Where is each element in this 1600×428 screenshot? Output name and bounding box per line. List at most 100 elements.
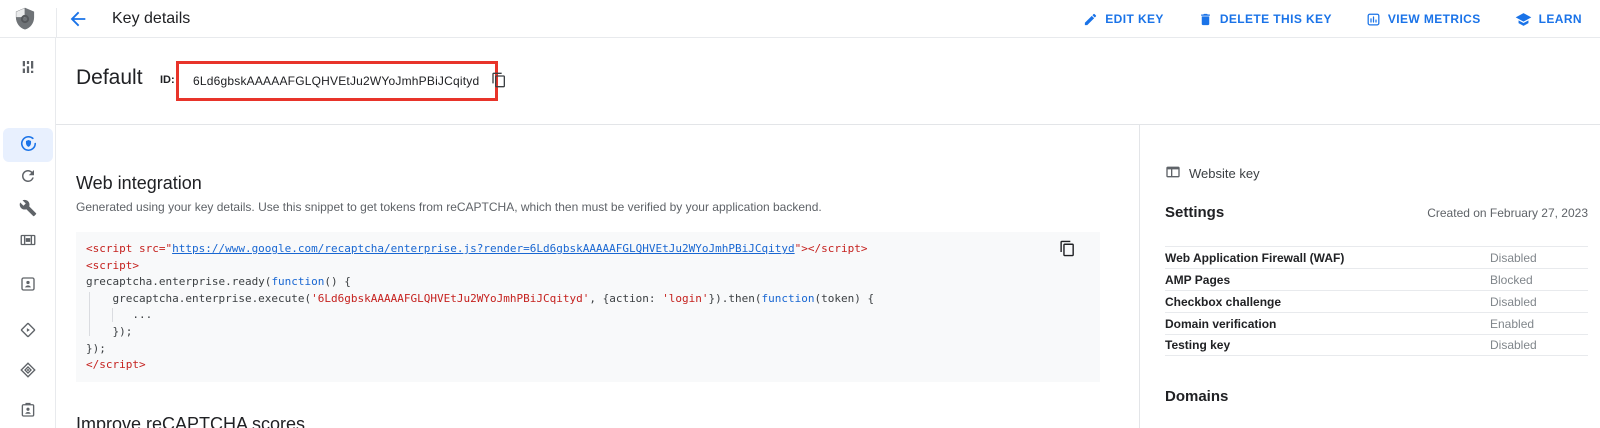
code-action-string: 'login'	[662, 292, 708, 305]
header-actions: EDIT KEY DELETE THIS KEY VIEW METRICS	[1083, 0, 1582, 38]
sidebar-item-contact-card[interactable]	[0, 269, 56, 301]
settings-table: Web Application Firewall (WAF) Disabled …	[1165, 246, 1588, 356]
code-text: ...	[86, 308, 152, 321]
sidebar-item-keys[interactable]	[0, 129, 56, 161]
edit-key-button[interactable]: EDIT KEY	[1083, 12, 1164, 27]
code-text: });	[86, 325, 132, 338]
trash-icon	[1198, 12, 1213, 27]
wrench-icon	[19, 199, 37, 220]
edit-key-label: EDIT KEY	[1105, 12, 1164, 26]
setting-value: Disabled	[1490, 295, 1537, 309]
code-script-url: https://www.google.com/recaptcha/enterpr…	[172, 242, 795, 255]
code-text: grecaptcha.enterprise.ready(	[86, 275, 271, 288]
setting-label: Checkbox challenge	[1165, 295, 1490, 309]
code-text: function	[271, 275, 324, 288]
sidebar-item-sync[interactable]	[0, 161, 56, 193]
code-text: });	[86, 342, 106, 355]
delete-key-label: DELETE THIS KEY	[1220, 12, 1332, 26]
code-line: <script>	[86, 258, 1090, 275]
settings-header: Settings Created on February 27, 2023	[1165, 204, 1588, 221]
recaptcha-shield-logo-icon	[12, 6, 38, 32]
sidebar	[0, 38, 56, 428]
sidebar-item-media[interactable]	[0, 225, 56, 257]
code-text: , {action:	[589, 292, 662, 305]
setting-row: Checkbox challenge Disabled	[1165, 290, 1588, 312]
app-header: Key details EDIT KEY DELETE THIS KEY	[0, 0, 1600, 38]
code-text: grecaptcha.enterprise.execute(	[86, 292, 311, 305]
setting-row: Testing key Disabled	[1165, 334, 1588, 356]
sidebar-item-deploy[interactable]	[0, 315, 56, 347]
code-line: grecaptcha.enterprise.ready(function() {	[86, 274, 1090, 291]
copy-key-id-button[interactable]	[491, 72, 507, 91]
setting-label: AMP Pages	[1165, 273, 1490, 287]
copy-icon	[491, 72, 507, 91]
header-divider	[56, 8, 57, 38]
panel-divider	[1139, 125, 1140, 428]
indent-guide	[89, 292, 90, 336]
contact-card-icon	[19, 275, 37, 296]
settings-title: Settings	[1165, 204, 1224, 221]
learn-button[interactable]: LEARN	[1515, 11, 1582, 28]
created-date: Created on February 27, 2023	[1427, 206, 1588, 220]
view-metrics-button[interactable]: VIEW METRICS	[1366, 12, 1481, 27]
graduation-cap-icon	[1515, 11, 1532, 28]
back-button[interactable]	[66, 8, 90, 32]
code-text: <script src="	[86, 242, 172, 255]
code-line: ...	[86, 307, 1090, 324]
copy-icon	[1059, 245, 1076, 260]
recaptcha-key-shield-icon	[19, 134, 38, 156]
web-integration-title: Web integration	[76, 173, 202, 194]
code-key-string: '6Ld6gbskAAAAAFGLQHVEtJu2WYoJmhPBiJCqity…	[311, 292, 589, 305]
next-section-title: Improve reCAPTCHA scores	[76, 414, 305, 428]
setting-row: Domain verification Enabled	[1165, 312, 1588, 334]
web-integration-description: Generated using your key details. Use th…	[76, 200, 822, 214]
code-text: }).then(	[709, 292, 762, 305]
code-text: "></script>	[795, 242, 868, 255]
sidebar-item-layers[interactable]	[0, 355, 56, 387]
code-line: <script src="https://www.google.com/reca…	[86, 241, 1090, 258]
view-metrics-label: VIEW METRICS	[1388, 12, 1481, 26]
code-text: <script>	[86, 259, 139, 272]
layered-diamond-icon	[19, 361, 37, 382]
learn-label: LEARN	[1539, 12, 1582, 26]
setting-label: Testing key	[1165, 338, 1490, 352]
bar-chart-icon	[1366, 12, 1381, 27]
setting-label: Web Application Firewall (WAF)	[1165, 251, 1490, 265]
key-id-value: 6Ld6gbskAAAAAFGLQHVEtJu2WYoJmhPBiJCqityd	[193, 74, 479, 88]
setting-row: AMP Pages Blocked	[1165, 268, 1588, 290]
dashboard-bars-icon	[19, 58, 37, 79]
code-text: () {	[324, 275, 351, 288]
sidebar-item-badge[interactable]	[0, 395, 56, 427]
delete-key-button[interactable]: DELETE THIS KEY	[1198, 12, 1332, 27]
setting-value: Enabled	[1490, 317, 1534, 331]
setting-value: Disabled	[1490, 251, 1537, 265]
indent-guide	[112, 308, 113, 322]
key-name: Default	[76, 66, 143, 90]
code-line: });	[86, 324, 1090, 341]
sidebar-item-settings[interactable]	[0, 193, 56, 225]
code-text: </script>	[86, 358, 146, 371]
copy-snippet-button[interactable]	[1059, 240, 1076, 260]
code-snippet: <script src="https://www.google.com/reca…	[76, 232, 1100, 382]
recaptcha-key-details-page: Key details EDIT KEY DELETE THIS KEY	[0, 0, 1600, 428]
pencil-icon	[1083, 12, 1098, 27]
setting-label: Domain verification	[1165, 317, 1490, 331]
filmstrip-icon	[19, 231, 37, 252]
key-id-highlight-box: 6Ld6gbskAAAAAFGLQHVEtJu2WYoJmhPBiJCqityd	[176, 61, 498, 101]
key-type-label: Website key	[1189, 166, 1260, 181]
code-text: function	[762, 292, 815, 305]
website-window-icon	[1165, 164, 1181, 183]
setting-value: Blocked	[1490, 273, 1533, 287]
code-text: (token) {	[815, 292, 875, 305]
sync-refresh-icon	[19, 167, 37, 188]
sidebar-item-dashboard[interactable]	[0, 52, 56, 84]
key-id-label: ID:	[160, 74, 175, 86]
setting-value: Disabled	[1490, 338, 1537, 352]
page-title: Key details	[112, 10, 190, 28]
badge-person-icon	[19, 401, 37, 422]
deploy-diamond-icon	[19, 321, 37, 342]
code-line: grecaptcha.enterprise.execute('6Ld6gbskA…	[86, 291, 1090, 308]
code-line: });	[86, 341, 1090, 358]
code-line: </script>	[86, 357, 1090, 374]
key-type: Website key	[1165, 164, 1260, 183]
